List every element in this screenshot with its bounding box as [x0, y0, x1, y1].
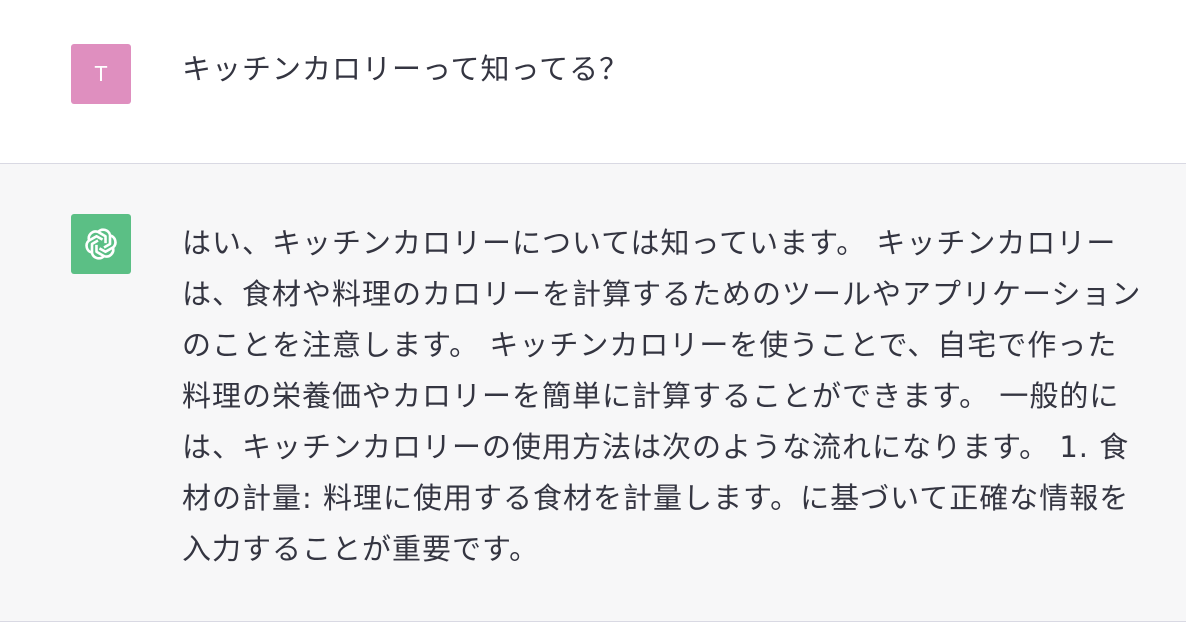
openai-logo-icon: [85, 228, 117, 260]
assistant-message-row: はい、キッチンカロリーについては知っています。 キッチンカロリーは、食材や料理の…: [0, 164, 1186, 622]
user-message-text: キッチンカロリーって知ってる？: [182, 52, 630, 86]
user-avatar: T: [71, 44, 131, 104]
conversation-thread: T キッチンカロリーって知ってる？ はい、キッチンカロリーについては知っています…: [0, 0, 1186, 644]
user-message-row: T キッチンカロリーって知ってる？: [0, 0, 1186, 164]
assistant-message-text: はい、キッチンカロリーについては知っています。 キッチンカロリーは、食材や料理の…: [182, 226, 1142, 566]
user-avatar-initial: T: [94, 62, 108, 86]
bottom-spacer: [0, 622, 1186, 644]
assistant-avatar: [71, 214, 131, 274]
